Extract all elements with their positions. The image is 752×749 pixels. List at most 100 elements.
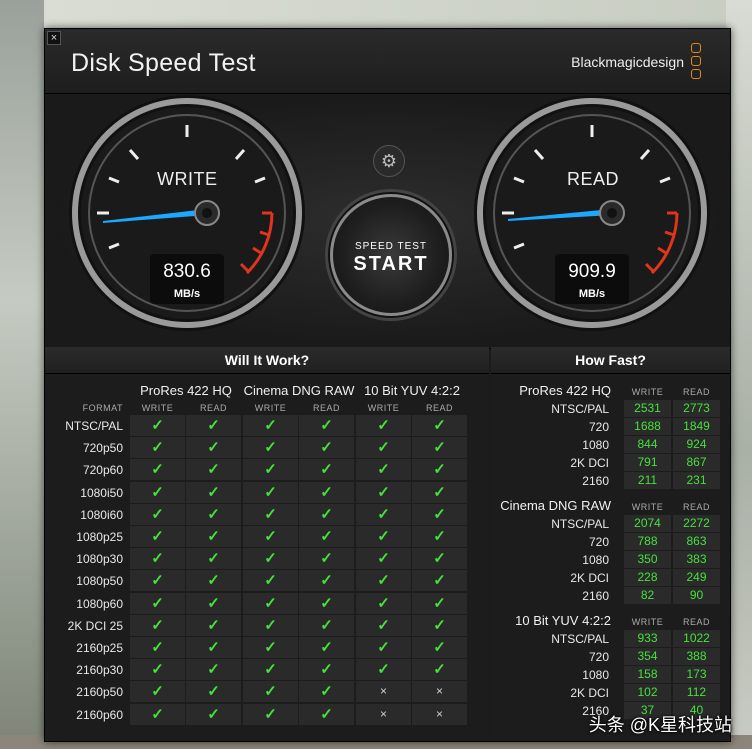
check-icon: ✓ [412,481,467,503]
hf-codec-title: 10 Bit YUV 4:2:2 [515,613,611,628]
wiw-row: 720p60 ✓ ✓ ✓ ✓ ✓ ✓ [45,459,489,481]
hf-write-value: 791 [624,454,671,471]
check-icon: ✓ [130,548,185,570]
hf-read-value: 173 [673,666,720,683]
hf-row-format: 2K DCI [570,456,609,470]
wiw-row-format: 720p50 [82,441,123,456]
hf-row-format: 720 [588,535,609,549]
check-icon: ✓ [356,548,411,570]
check-icon: ✓ [356,592,411,614]
background-left [0,0,44,749]
wiw-codec-title: Cinema DNG RAW [243,383,355,398]
cross-icon: × [356,703,411,725]
check-icon: ✓ [299,481,354,503]
hf-row-format: 1080 [582,553,609,567]
check-icon: ✓ [412,592,467,614]
how-fast-header: How Fast? [491,347,730,374]
wiw-row-format: 1080i50 [80,485,123,500]
hf-read-value: 2272 [673,515,720,532]
wiw-row: 1080i50 ✓ ✓ ✓ ✓ ✓ ✓ [45,481,489,504]
check-icon: ✓ [243,703,298,725]
watermark: 头条 @K星科技站 [588,715,732,735]
check-icon: ✓ [299,637,354,658]
check-icon: ✓ [186,459,241,481]
wiw-row-format: 1080p50 [76,574,123,589]
check-icon: ✓ [243,526,298,547]
hf-read-value: 249 [673,569,720,586]
wiw-row: 720p50 ✓ ✓ ✓ ✓ ✓ ✓ [45,437,489,459]
hf-write-value: 1688 [624,418,671,435]
hf-write-value: 211 [624,472,671,489]
check-icon: ✓ [130,503,185,525]
wiw-row: NTSC/PAL ✓ ✓ ✓ ✓ ✓ ✓ [45,415,489,437]
wiw-row-format: 2160p30 [76,663,123,678]
check-icon: ✓ [412,526,467,547]
hf-write-value: 2074 [624,515,671,532]
check-icon: ✓ [243,659,298,681]
hf-read-value: 1849 [673,418,720,435]
wiw-row: 2160p50 ✓ ✓ ✓ ✓ × × [45,681,489,703]
wiw-row: 1080p50 ✓ ✓ ✓ ✓ ✓ ✓ [45,570,489,592]
hf-col-label: WRITE [631,617,664,627]
check-icon: ✓ [186,570,241,592]
check-icon: ✓ [243,437,298,459]
write-speed-value: 830.6 [163,261,211,282]
check-icon: ✓ [243,415,298,436]
check-icon: ✓ [412,637,467,658]
how-fast-panel: How Fast? ProRes 422 HQ WRITE READ NTSC/PAL… [491,347,730,741]
check-icon: ✓ [299,659,354,681]
check-icon: ✓ [356,659,411,681]
cross-icon: × [356,681,411,703]
check-icon: ✓ [299,614,354,636]
check-icon: ✓ [130,659,185,681]
check-icon: ✓ [243,503,298,525]
hf-row-format: NTSC/PAL [551,402,609,416]
wiw-col-label: WRITE [367,403,400,413]
wiw-row-format: NTSC/PAL [65,419,123,433]
hf-col-label: WRITE [631,502,664,512]
close-icon[interactable]: × [47,31,61,45]
hf-read-value: 2773 [673,400,720,417]
hf-read-value: 383 [673,551,720,568]
gear-icon[interactable]: ⚙ [373,145,405,177]
wiw-row: 1080p25 ✓ ✓ ✓ ✓ ✓ ✓ [45,526,489,548]
check-icon: ✓ [186,592,241,614]
hf-col-label: READ [682,617,710,627]
wiw-row-format: 1080p60 [76,596,123,611]
wiw-row-format: 720p60 [82,463,123,478]
hf-row-format: 1080 [582,438,609,452]
check-icon: ✓ [186,415,241,436]
hf-write-value: 933 [624,630,671,647]
write-gauge: WRITE 830.6 MB/s [67,93,307,333]
check-icon: ✓ [356,503,411,525]
hf-row-format: 2160 [582,589,609,603]
check-icon: ✓ [130,703,185,725]
check-icon: ✓ [243,592,298,614]
check-icon: ✓ [356,526,411,547]
check-icon: ✓ [412,415,467,436]
check-icon: ✓ [130,637,185,658]
hf-row-format: NTSC/PAL [551,517,609,531]
hf-row-format: 2160 [582,474,609,488]
hf-col-label: WRITE [631,387,664,397]
cross-icon: × [412,703,467,725]
hf-row-format: 2K DCI [570,686,609,700]
start-button[interactable]: SPEED TEST START [330,194,452,316]
hf-write-value: 102 [624,684,671,701]
wiw-row: 2160p25 ✓ ✓ ✓ ✓ ✓ ✓ [45,637,489,659]
wiw-col-label: WRITE [254,403,287,413]
hf-read-value: 90 [673,587,720,604]
check-icon: ✓ [412,614,467,636]
read-gauge: READ 909.9 MB/s [472,93,712,333]
check-icon: ✓ [356,459,411,481]
hf-read-value: 867 [673,454,720,471]
hf-read-value: 388 [673,648,720,665]
wiw-col-label: READ [312,403,340,413]
hf-col-label: READ [682,502,710,512]
check-icon: ✓ [412,570,467,592]
check-icon: ✓ [356,570,411,592]
cross-icon: × [412,681,467,703]
check-icon: ✓ [186,481,241,503]
check-icon: ✓ [186,703,241,725]
hf-write-value: 228 [624,569,671,586]
